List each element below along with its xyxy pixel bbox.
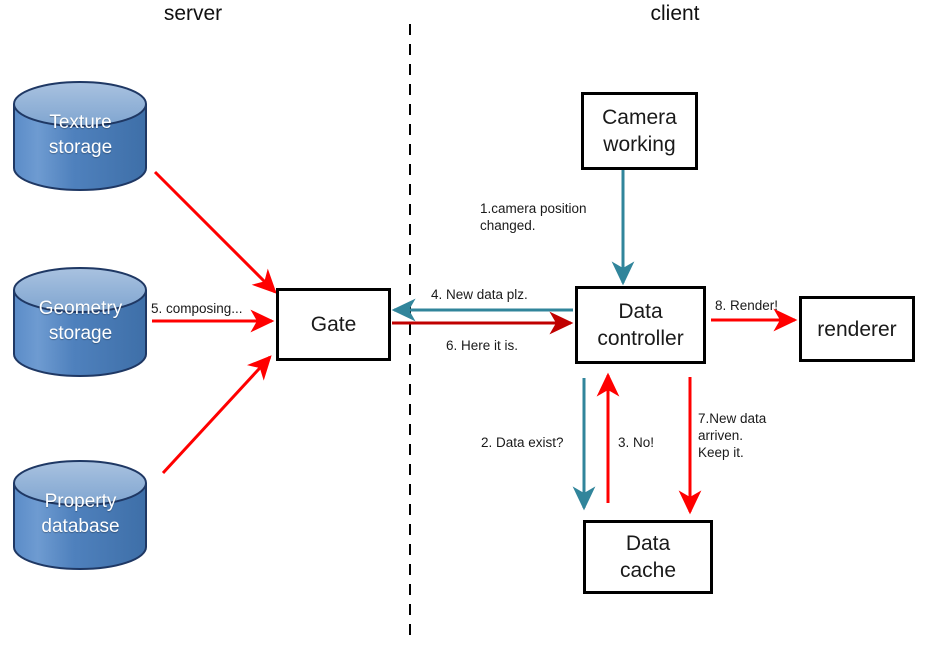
node-geometry-storage-label: Geometry storage: [38, 298, 123, 344]
edge-label-step3: 3. No!: [618, 435, 655, 450]
node-gate[interactable]: Gate: [276, 288, 391, 361]
zone-title-server: server: [163, 2, 223, 25]
arrow-texture-to-gate: [153, 170, 277, 294]
node-property-database-label: Property database: [41, 491, 120, 537]
node-geometry-storage[interactable]: Geometry storage: [14, 268, 147, 376]
edge-label-step2: 2. Data exist?: [481, 435, 564, 450]
node-property-database[interactable]: Property database: [14, 461, 147, 569]
node-data-controller[interactable]: Data controller: [575, 286, 706, 364]
zone-title-client: client: [650, 2, 700, 25]
edge-label-step7: 7.New data arriven. Keep it.: [698, 411, 767, 460]
node-data-cache-label: Data cache: [619, 532, 677, 582]
arrow-property-to-gate: [161, 355, 272, 475]
edge-label-step4: 4. New data plz.: [431, 287, 528, 302]
edge-label-step1: 1.camera position changed.: [480, 201, 587, 233]
node-camera-working-label: Camera working: [602, 106, 677, 156]
edge-label-step8: 8. Render!: [715, 298, 779, 313]
node-texture-storage[interactable]: Texture storage: [14, 82, 147, 190]
node-data-cache[interactable]: Data cache: [583, 520, 713, 594]
node-camera-working[interactable]: Camera working: [581, 92, 698, 170]
node-renderer-label: renderer: [817, 317, 897, 341]
edge-label-step5: 5. composing...: [151, 301, 243, 316]
node-texture-storage-label: Texture storage: [48, 112, 113, 158]
edge-label-step6: 6. Here it is.: [446, 338, 519, 353]
diagram-canvas: server client Texture storage Geometry s…: [0, 0, 925, 657]
node-gate-label: Gate: [310, 313, 357, 336]
node-renderer[interactable]: renderer: [799, 296, 915, 362]
node-data-controller-label: Data controller: [597, 300, 684, 350]
